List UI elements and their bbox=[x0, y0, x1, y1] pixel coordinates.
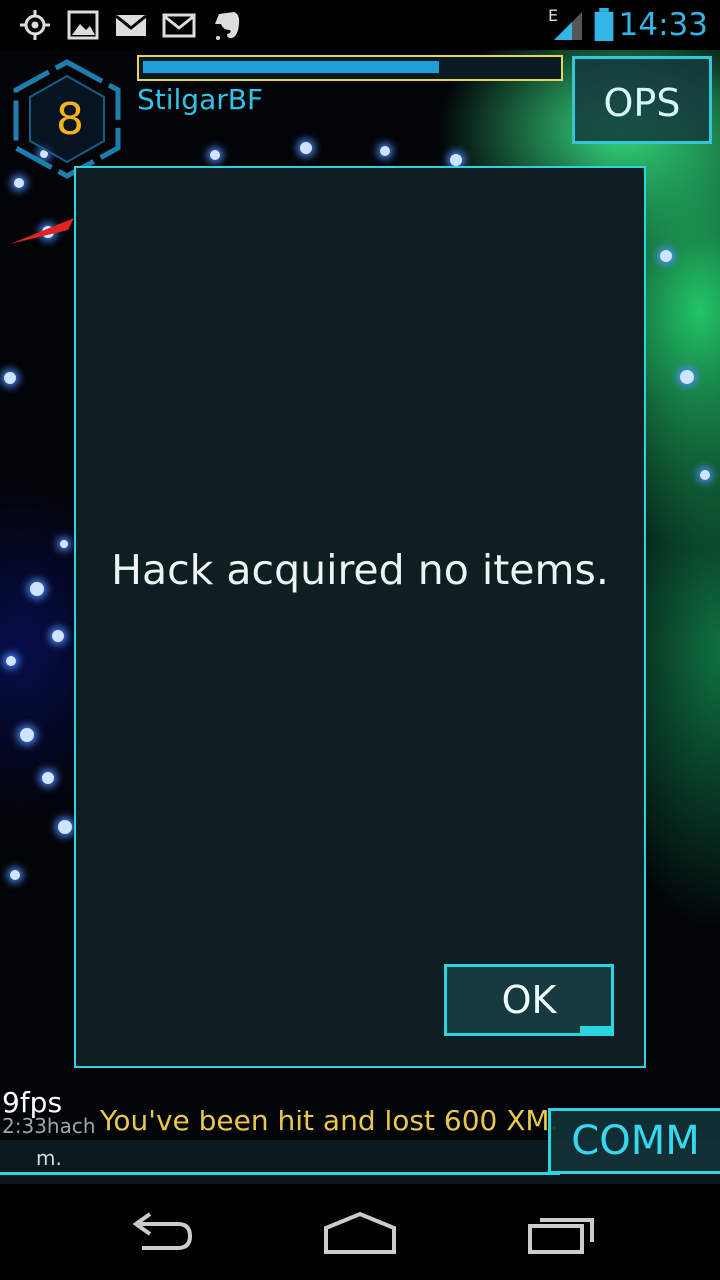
xm-particle bbox=[210, 150, 220, 160]
status-bar: E 14:33 bbox=[0, 0, 720, 50]
xm-particle bbox=[700, 470, 710, 480]
ok-button[interactable]: OK bbox=[444, 964, 614, 1036]
hack-result-dialog: Hack acquired no items. OK bbox=[74, 166, 646, 1068]
gmail-icon bbox=[115, 14, 147, 36]
xm-particle bbox=[10, 870, 20, 880]
level-badge[interactable]: 8 bbox=[6, 56, 126, 182]
navigation-bar bbox=[0, 1184, 720, 1280]
level-number: 8 bbox=[56, 94, 84, 145]
xm-particle bbox=[450, 154, 462, 166]
ticker-message: You've been hit and lost 600 XM. bbox=[100, 1110, 559, 1137]
agent-name[interactable]: StilgarBF bbox=[137, 83, 263, 116]
xm-particle bbox=[660, 250, 672, 262]
ticker-timestamp: 2:33hach bbox=[2, 1114, 96, 1138]
xm-particle bbox=[42, 772, 54, 784]
gps-icon bbox=[20, 10, 50, 40]
evernote-icon bbox=[215, 12, 240, 40]
xm-particle bbox=[30, 582, 44, 596]
comm-button[interactable]: COMM bbox=[548, 1108, 720, 1174]
ops-button[interactable]: OPS bbox=[572, 56, 712, 144]
xm-particle bbox=[4, 372, 16, 384]
hack-result-message: Hack acquired no items. bbox=[111, 546, 609, 594]
xm-particle bbox=[380, 146, 390, 156]
battery-icon bbox=[594, 8, 614, 42]
xm-particle bbox=[300, 142, 312, 154]
clock: 14:33 bbox=[618, 7, 708, 43]
xm-bar bbox=[137, 55, 563, 81]
portal-marker bbox=[10, 218, 74, 244]
ticker-continuation: m. bbox=[36, 1146, 62, 1170]
xm-particle bbox=[58, 820, 72, 834]
home-icon[interactable] bbox=[320, 1204, 400, 1260]
comm-ticker[interactable]: 2:33hach You've been hit and lost 600 XM… bbox=[0, 1110, 560, 1175]
xm-particle bbox=[60, 540, 68, 548]
gallery-icon bbox=[67, 10, 99, 40]
xm-particle bbox=[52, 630, 64, 642]
xm-particle bbox=[6, 656, 16, 666]
ok-button-corner bbox=[580, 1026, 614, 1036]
back-icon[interactable] bbox=[120, 1204, 200, 1260]
gmail-icon bbox=[162, 13, 196, 38]
signal-icon bbox=[554, 12, 582, 40]
xm-bar-fill bbox=[143, 61, 439, 73]
recents-icon[interactable] bbox=[522, 1204, 602, 1260]
xm-particle bbox=[20, 728, 34, 742]
xm-particle bbox=[680, 370, 694, 384]
ok-button-label: OK bbox=[501, 978, 557, 1022]
